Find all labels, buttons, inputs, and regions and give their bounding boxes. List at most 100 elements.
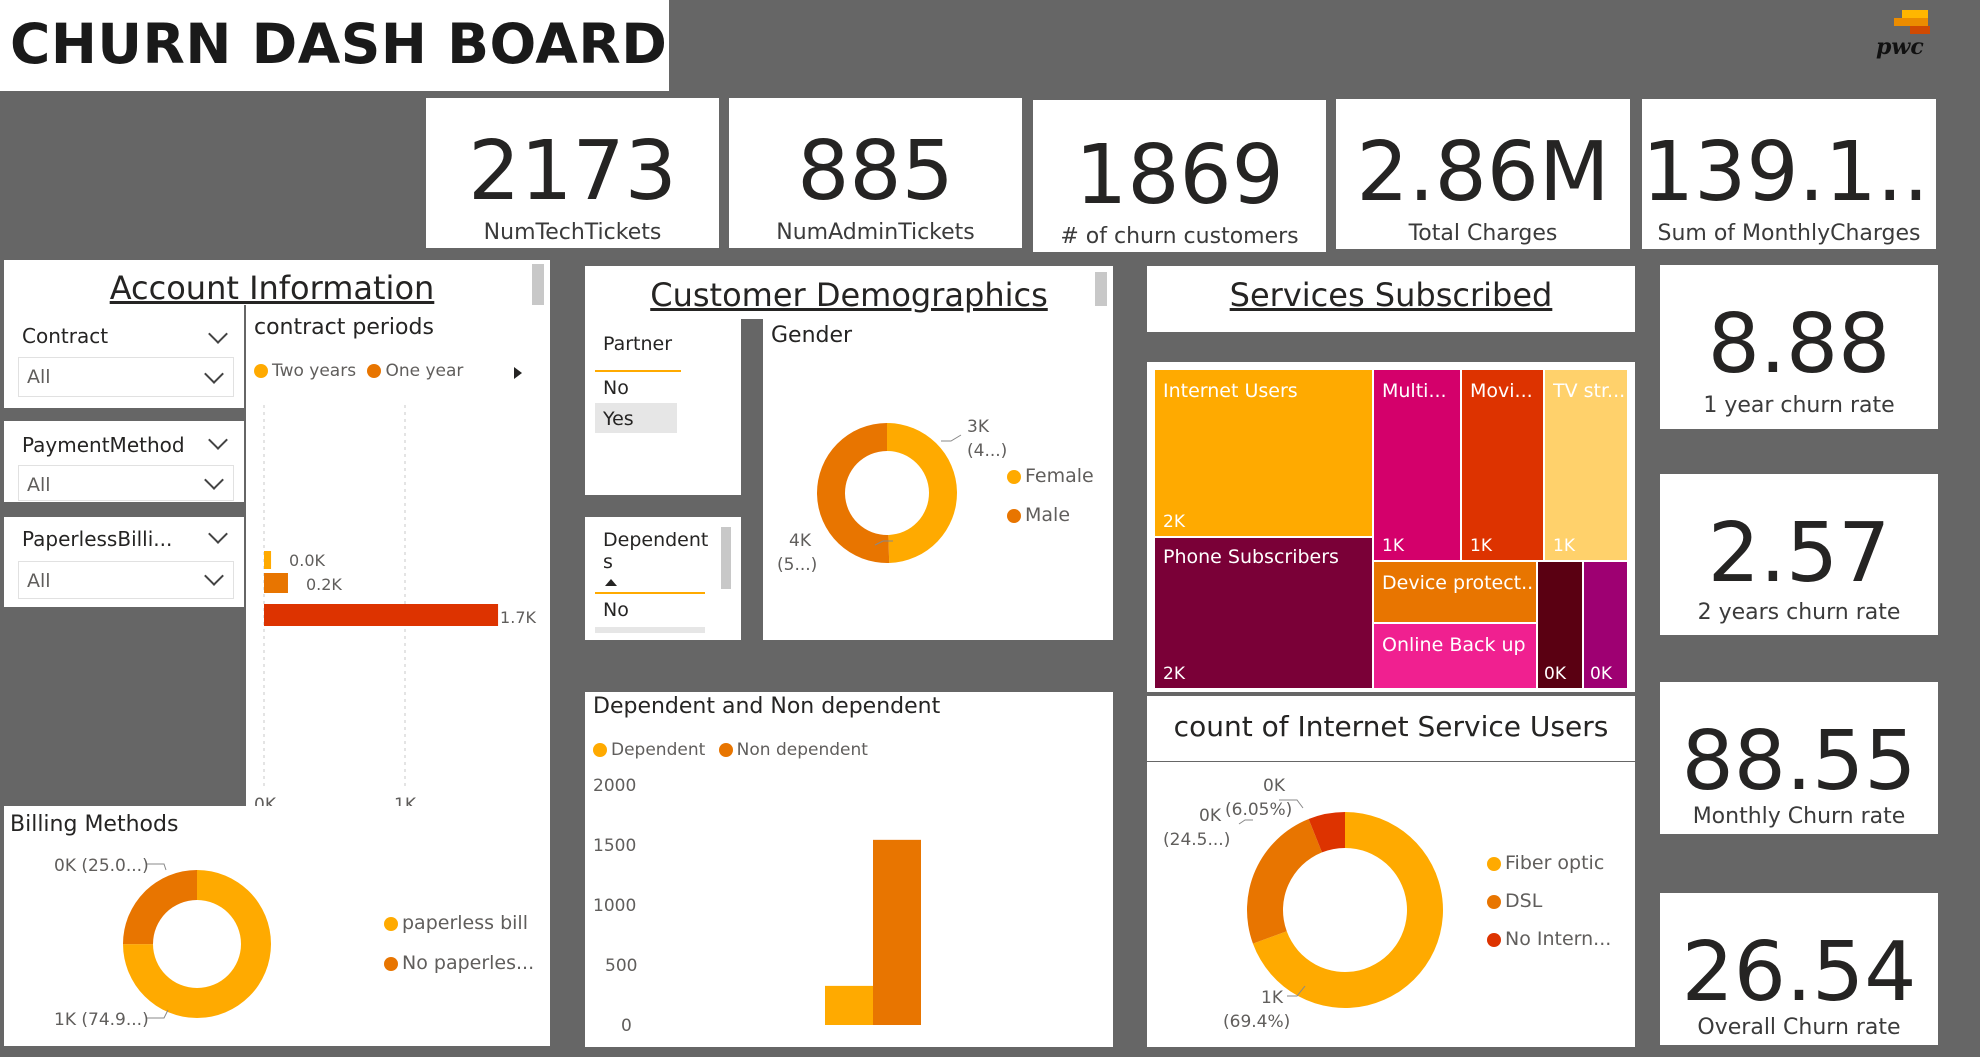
kpi-value: 1869 <box>1075 128 1284 223</box>
slice-label: 1K (74.9...) <box>54 1010 149 1030</box>
paperless-billing-dropdown[interactable]: All <box>18 561 234 599</box>
rate-monthly: 88.55 Monthly Churn rate <box>1660 682 1938 834</box>
chevron-down-icon <box>204 470 224 490</box>
treemap-tile-phone-subscribers[interactable]: Phone Subscribers 2K <box>1155 538 1372 688</box>
dependent-bar <box>825 985 873 1025</box>
kpi-label: NumAdminTickets <box>776 220 975 245</box>
slice-label: (69.4%) <box>1223 1012 1291 1032</box>
slicer-underline <box>595 370 681 372</box>
contract-bar <box>264 551 272 569</box>
rate-label: Monthly Churn rate <box>1692 804 1906 829</box>
kpi-value: 139.1... <box>1642 125 1936 220</box>
internet-donut-svg <box>1238 799 1443 1008</box>
treemap-tile-internet-users[interactable]: Internet Users 2K <box>1155 370 1372 536</box>
slice-label: 0K (25.0...) <box>54 856 149 876</box>
paperless-billing-slicer: PaperlessBilli... All <box>4 517 244 607</box>
slice-label: (5...) <box>777 555 818 575</box>
contract-dropdown[interactable]: All <box>18 357 234 397</box>
slicer-underline <box>595 592 705 594</box>
scrollbar[interactable] <box>532 264 544 306</box>
dependent-bar <box>873 839 921 1025</box>
slice-label: 4K <box>789 531 811 551</box>
rate-value: 26.54 <box>1681 925 1917 1020</box>
dependent-bars-svg <box>825 839 921 1025</box>
bar-data-label: 0.0K <box>289 551 325 570</box>
sort-up-icon[interactable] <box>605 579 617 586</box>
rate-label: 2 years churn rate <box>1697 600 1901 625</box>
slicer-title: PaperlessBilli... <box>22 527 173 551</box>
contract-bar <box>264 573 288 593</box>
kpi-monthly-charges: 139.1... Sum of MonthlyCharges <box>1642 99 1936 249</box>
kpi-churn-customers: 1869 # of churn customers <box>1033 100 1326 252</box>
partner-option-yes[interactable]: Yes <box>603 408 634 430</box>
kpi-label: NumTechTickets <box>483 220 662 245</box>
rate-value: 8.88 <box>1707 297 1891 392</box>
chevron-down-icon <box>204 566 224 586</box>
donut-slice <box>887 423 957 563</box>
kpi-value: 885 <box>797 124 954 219</box>
bar-data-label: 1.7K <box>500 608 536 627</box>
treemap-tile-device-protection[interactable]: Device protect... <box>1374 562 1536 622</box>
slicer-title: Contract <box>22 324 109 348</box>
payment-method-dropdown[interactable]: All <box>18 465 234 501</box>
payment-method-slicer: PaymentMethod All <box>4 421 244 502</box>
chevron-down-icon <box>204 364 224 384</box>
slice-label: 3K <box>967 417 989 437</box>
bar-data-label: 0.2K <box>306 575 342 594</box>
rate-overall: 26.54 Overall Churn rate <box>1660 893 1938 1045</box>
kpi-total-charges: 2.86M Total Charges <box>1336 99 1630 249</box>
slicer-title: PaymentMethod <box>22 433 185 457</box>
pwc-logo: pwc <box>1868 10 1938 66</box>
customer-demographics-title: Customer Demographics <box>650 276 1048 314</box>
partner-slicer: Partner No Yes <box>585 319 741 495</box>
rate-2-years: 2.57 2 years churn rate <box>1660 474 1938 635</box>
kpi-label: # of churn customers <box>1060 224 1299 249</box>
legend-item: DSL <box>1487 890 1542 912</box>
treemap-tile-small-1[interactable]: 0K <box>1538 562 1582 688</box>
kpi-label: Sum of MonthlyCharges <box>1657 221 1921 246</box>
slice-label: (4...) <box>967 441 1008 461</box>
chevron-down-icon[interactable] <box>208 524 228 544</box>
kpi-value: 2.86M <box>1356 125 1610 220</box>
slicer-title: Dependent <box>603 529 709 551</box>
treemap-tile-small-2[interactable]: 0K <box>1584 562 1627 688</box>
treemap-tile-movies[interactable]: Movi... 1K <box>1462 370 1543 560</box>
slice-label: 0K <box>1263 776 1285 796</box>
scrollbar[interactable] <box>721 527 731 589</box>
legend-item: paperless bill <box>384 912 528 934</box>
scrollbar[interactable] <box>1095 272 1107 306</box>
billing-methods-chart: Billing Methods 0K (25.0...) 1K (74.9...… <box>4 806 550 1046</box>
donut-slice <box>817 423 890 563</box>
slice-label: 1K <box>1261 988 1283 1008</box>
treemap-tile-tv-streaming[interactable]: TV str... 1K <box>1545 370 1627 560</box>
treemap-tile-multi[interactable]: Multi... 1K <box>1374 370 1460 560</box>
treemap-tile-online-backup[interactable]: Online Back up <box>1374 624 1536 688</box>
rate-label: Overall Churn rate <box>1697 1015 1901 1040</box>
slicer-title: Partner <box>603 333 673 355</box>
customer-demographics-header: Customer Demographics <box>585 266 1113 319</box>
contract-periods-chart: contract periods Two years One year 0.0K… <box>246 305 550 818</box>
rate-1-year: 8.88 1 year churn rate <box>1660 265 1938 429</box>
slice-label: (6.05%) <box>1225 800 1293 820</box>
dependent-chart: Dependent and Non dependent Dependent No… <box>585 692 1113 1047</box>
partner-option-no[interactable]: No <box>603 377 629 399</box>
services-subscribed-title: Services Subscribed <box>1229 276 1553 314</box>
list-item <box>595 627 705 633</box>
dependents-option-no[interactable]: No <box>603 599 629 621</box>
chevron-down-icon[interactable] <box>208 430 228 450</box>
dependents-slicer: Dependent s No <box>585 517 741 640</box>
chevron-down-icon[interactable] <box>208 324 228 344</box>
rate-value: 2.57 <box>1707 506 1891 601</box>
kpi-admin-tickets: 885 NumAdminTickets <box>729 98 1022 248</box>
kpi-label: Total Charges <box>1408 221 1558 246</box>
contract-bar <box>264 604 499 626</box>
rate-label: 1 year churn rate <box>1703 393 1895 418</box>
rate-value: 88.55 <box>1681 714 1917 809</box>
slicer-title-wrap: s <box>603 551 613 573</box>
legend-item: Fiber optic <box>1487 852 1604 874</box>
internet-users-header: count of Internet Service Users <box>1147 696 1635 761</box>
slice-label: (24.5...) <box>1163 830 1231 850</box>
services-treemap: Internet Users 2K Multi... 1K Movi... 1K… <box>1147 362 1635 692</box>
dashboard-title: CHURN DASH BOARD <box>10 12 668 76</box>
title-banner: CHURN DASH BOARD <box>0 0 669 91</box>
